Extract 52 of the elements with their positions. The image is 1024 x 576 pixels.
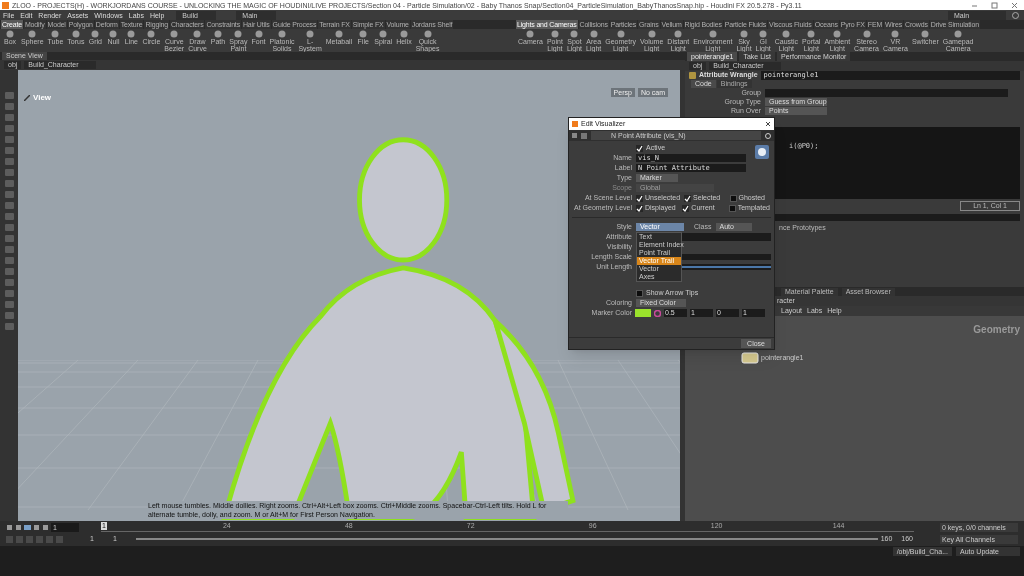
tool-ball-icon	[6, 30, 14, 38]
tool-ball-icon	[550, 30, 559, 38]
tool-ball-icon	[782, 30, 791, 38]
context-label: Geometry	[973, 323, 1020, 337]
tool-ball-icon	[891, 30, 900, 38]
group-field[interactable]	[765, 89, 1008, 97]
tool-ball-icon	[379, 30, 388, 38]
tool-ball-icon	[170, 30, 179, 38]
tool-ball-icon	[807, 30, 816, 38]
tool-ball-icon	[647, 30, 656, 38]
checkbox[interactable]	[729, 194, 737, 202]
viewport-label: View	[33, 92, 52, 104]
color-swatch[interactable]	[635, 309, 651, 317]
tool-ball-icon	[862, 30, 871, 38]
tool-ball-icon	[335, 30, 343, 38]
tool-ball-icon	[954, 30, 963, 38]
tool-ball-icon	[234, 30, 243, 38]
tool-ball-icon	[674, 30, 683, 38]
tool-ball-icon	[28, 30, 37, 38]
tool-ball-icon	[708, 30, 717, 38]
tool-ball-icon	[51, 30, 60, 38]
tool-ball-icon	[399, 30, 408, 38]
tool-ball-icon	[616, 30, 625, 38]
tool-ball-icon	[570, 30, 579, 38]
checkbox[interactable]	[636, 289, 643, 297]
tool-ball-icon	[740, 30, 748, 38]
maximize-icon	[991, 1, 998, 9]
color-wheel-icon	[654, 309, 661, 317]
help-icon	[765, 132, 771, 139]
checkbox[interactable]	[728, 204, 736, 212]
tool-ball-icon	[526, 30, 535, 38]
tool-ball-icon	[193, 30, 202, 38]
app-logo-icon	[572, 121, 578, 127]
tool-ball-icon	[147, 30, 156, 38]
close-icon	[1011, 1, 1018, 9]
help-icon	[1012, 11, 1019, 19]
tool-ball-icon	[359, 30, 368, 38]
tool-ball-icon	[214, 30, 222, 38]
tool-ball-icon	[921, 30, 930, 38]
tool-ball-icon	[423, 30, 432, 38]
node-icon	[741, 352, 759, 364]
tool-ball-icon	[306, 30, 315, 38]
tool-ball-icon	[833, 30, 842, 38]
close-icon	[765, 121, 771, 127]
gear-icon	[755, 145, 769, 159]
app-logo-icon	[2, 1, 9, 9]
node-type-icon	[689, 72, 696, 79]
tool-ball-icon	[254, 30, 263, 38]
tool-ball-icon	[759, 30, 768, 38]
tool-ball-icon	[589, 30, 598, 38]
tool-ball-icon	[278, 30, 286, 38]
tool-ball-icon	[71, 30, 80, 38]
